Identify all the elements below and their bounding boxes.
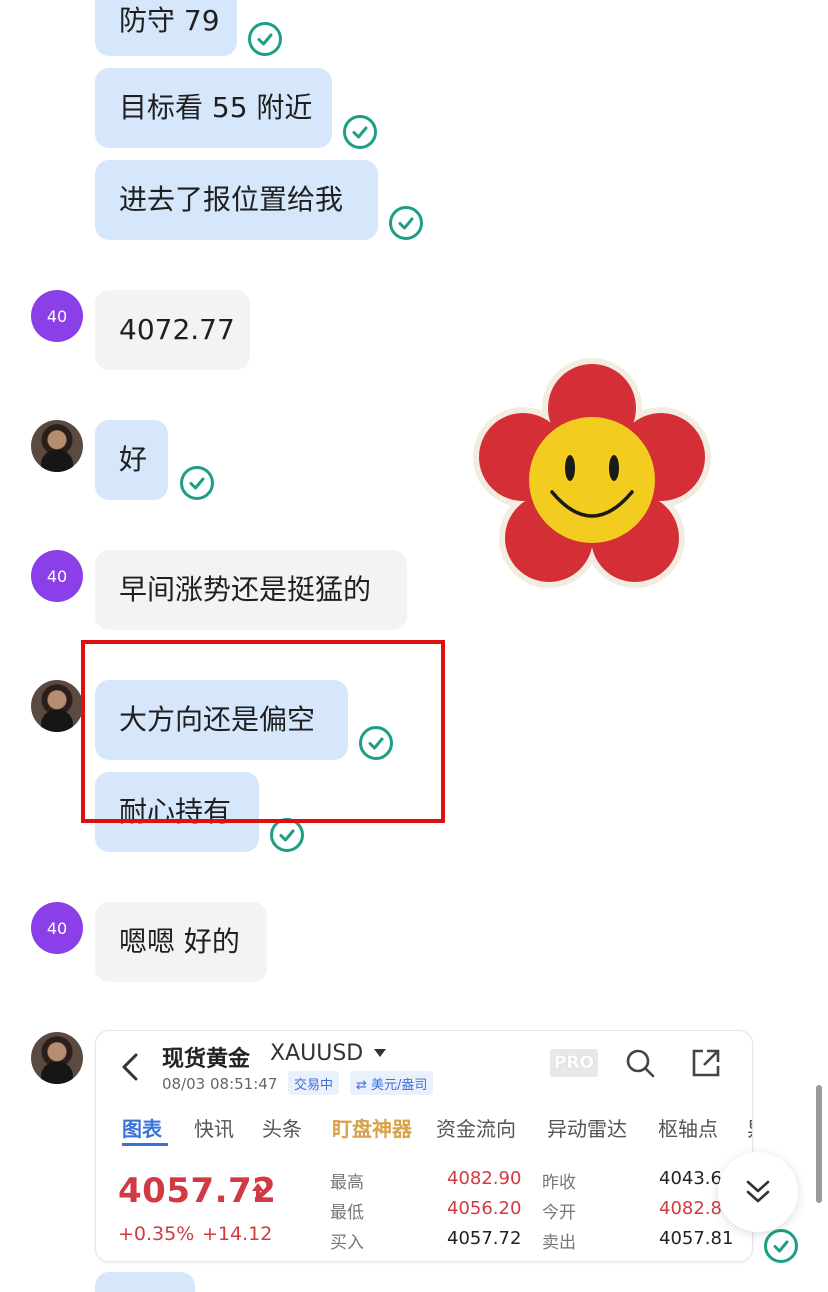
tab-more[interactable]: 异: [747, 1113, 752, 1142]
message-bubble[interactable]: 嗯嗯 好的: [95, 902, 267, 982]
currency-unit-tag[interactable]: ⇄ 美元/盎司: [350, 1071, 434, 1095]
avatar[interactable]: [31, 1032, 83, 1084]
prev-close-value: 4043.6: [659, 1168, 722, 1189]
scroll-to-bottom-button[interactable]: [718, 1152, 798, 1232]
tab-flash-news[interactable]: 快讯: [194, 1113, 234, 1142]
price-up-arrow-icon: [252, 1183, 264, 1201]
change-percent: +0.35%: [118, 1223, 195, 1245]
message-text: 防守 79: [119, 4, 220, 37]
read-check-icon: [180, 466, 214, 500]
message-bubble[interactable]: [95, 1272, 195, 1292]
read-check-icon: [764, 1229, 798, 1263]
change-absolute: +14.12: [202, 1223, 273, 1245]
low-label: 最低: [330, 1203, 364, 1223]
chevron-down-icon[interactable]: [374, 1049, 386, 1057]
bid-value: 4057.72: [447, 1228, 522, 1249]
message-text: 早间涨势还是挺猛的: [119, 573, 372, 606]
message-bubble[interactable]: 早间涨势还是挺猛的: [95, 550, 407, 630]
read-check-icon: [270, 818, 304, 852]
avatar[interactable]: [31, 420, 83, 472]
message-text: 嗯嗯 好的: [119, 925, 240, 958]
sender-avatar-badge[interactable]: 40: [31, 902, 83, 954]
message-text: 进去了报位置给我: [119, 183, 344, 216]
message-text: 4072.77: [119, 313, 235, 346]
message-bubble[interactable]: 防守 79: [95, 0, 237, 56]
tab-anomaly-radar[interactable]: 异动雷达: [547, 1113, 627, 1142]
high-value: 4082.90: [447, 1168, 522, 1189]
tab-watch-tool[interactable]: 盯盘神器: [332, 1113, 412, 1142]
message-bubble[interactable]: 4072.77: [95, 290, 250, 370]
high-label: 最高: [330, 1173, 364, 1193]
read-check-icon: [389, 206, 423, 240]
prev-close-label: 昨收: [542, 1173, 576, 1193]
read-check-icon: [343, 115, 377, 149]
tab-headlines[interactable]: 头条: [262, 1113, 302, 1142]
sender-avatar-badge[interactable]: 40: [31, 290, 83, 342]
active-tab-indicator: [122, 1143, 168, 1146]
back-arrow-icon[interactable]: [116, 1049, 146, 1085]
quote-datetime: 08/03 08:51:47: [162, 1075, 278, 1093]
open-value: 4082.8: [659, 1198, 722, 1219]
message-bubble[interactable]: 好: [95, 420, 168, 500]
trading-status-tag: 交易中: [288, 1071, 340, 1095]
tab-chart[interactable]: 图表: [122, 1113, 162, 1142]
message-text: 大方向还是偏空: [119, 703, 316, 736]
double-chevron-down-icon: [746, 1180, 770, 1203]
avatar[interactable]: [31, 680, 83, 732]
ask-label: 卖出: [542, 1233, 576, 1253]
instrument-symbol[interactable]: XAUUSD: [270, 1041, 363, 1066]
smiley-flower-sticker[interactable]: [452, 355, 727, 605]
message-text: 耐心持有: [119, 795, 232, 828]
low-value: 4056.20: [447, 1198, 522, 1219]
gold-quote-card[interactable]: 现货黄金 XAUUSD 08/03 08:51:47 交易中 ⇄ 美元/盎司 P…: [95, 1030, 753, 1262]
message-text: 目标看 55 附近: [119, 91, 313, 124]
scrollbar[interactable]: [816, 1085, 822, 1203]
tab-capital-flow[interactable]: 资金流向: [436, 1113, 516, 1142]
bid-label: 买入: [330, 1233, 364, 1253]
read-check-icon: [248, 22, 282, 56]
instrument-title: 现货黄金: [162, 1047, 251, 1072]
message-text: 好: [119, 443, 148, 476]
message-bubble[interactable]: 大方向还是偏空: [95, 680, 348, 760]
quote-tabs: 图表 快讯 头条 盯盘神器 资金流向 异动雷达 枢轴点 异: [96, 1113, 752, 1146]
tab-pivot-points[interactable]: 枢轴点: [658, 1113, 718, 1142]
share-icon[interactable]: [690, 1047, 722, 1079]
ask-value: 4057.81: [659, 1228, 734, 1249]
message-bubble[interactable]: 进去了报位置给我: [95, 160, 378, 240]
read-check-icon: [359, 726, 393, 760]
pro-badge[interactable]: PRO: [550, 1049, 598, 1077]
open-label: 今开: [542, 1203, 576, 1223]
search-icon[interactable]: [624, 1047, 656, 1079]
sender-avatar-badge[interactable]: 40: [31, 550, 83, 602]
message-bubble[interactable]: 耐心持有: [95, 772, 259, 852]
message-bubble[interactable]: 目标看 55 附近: [95, 68, 332, 148]
